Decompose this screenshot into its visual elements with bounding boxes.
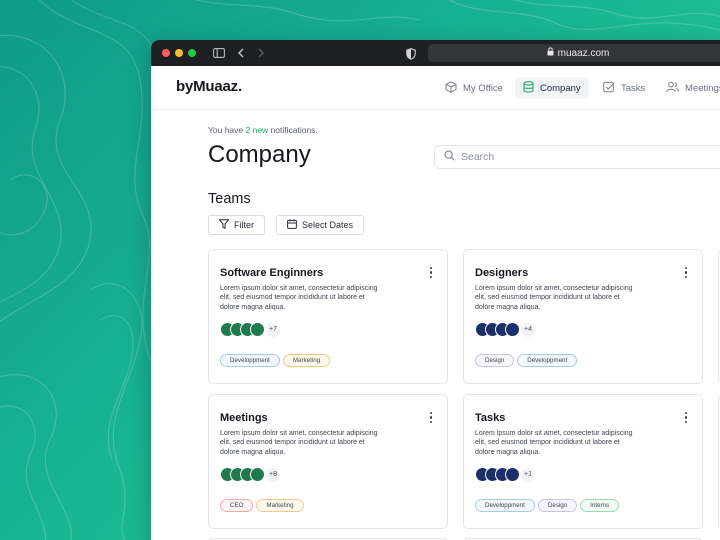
search-placeholder: Search bbox=[461, 151, 495, 163]
page-title: Company bbox=[208, 141, 311, 168]
nav-item-company[interactable]: Company bbox=[515, 77, 589, 99]
new-notifications-link[interactable]: 2 new bbox=[246, 125, 269, 135]
team-card[interactable]: Tasks Lorem ipsum dolor sit amet, consec… bbox=[463, 394, 703, 529]
extra-members-count: +7 bbox=[266, 322, 280, 337]
search-input[interactable]: Search bbox=[434, 145, 720, 169]
more-options-icon[interactable] bbox=[684, 267, 688, 279]
member-avatars[interactable]: +7 bbox=[220, 322, 280, 337]
team-tags: Developpment Marketing bbox=[220, 354, 331, 367]
filter-icon bbox=[218, 219, 230, 231]
more-options-icon[interactable] bbox=[429, 267, 433, 279]
lock-icon bbox=[547, 47, 554, 59]
browser-chrome: muaaz.com bbox=[151, 40, 720, 66]
forward-arrow-icon[interactable] bbox=[257, 48, 265, 58]
checkbox-icon bbox=[603, 81, 615, 96]
team-name: Meetings bbox=[220, 412, 268, 424]
avatar bbox=[505, 467, 520, 482]
team-name: Designers bbox=[475, 267, 529, 279]
tag: Design bbox=[537, 499, 578, 512]
extra-members-count: +4 bbox=[521, 322, 535, 337]
minimize-window-button[interactable] bbox=[175, 49, 183, 57]
nav-item-label: Company bbox=[540, 82, 581, 94]
notice-suffix: notifications. bbox=[268, 125, 318, 135]
nav-item-label: Tasks bbox=[621, 82, 646, 94]
filter-button[interactable]: Filter bbox=[208, 215, 265, 235]
tag: Marketing bbox=[282, 354, 331, 367]
tag: Interns bbox=[580, 499, 620, 512]
tag: Developpment bbox=[475, 499, 535, 512]
tag: Marketing bbox=[256, 499, 304, 512]
tag: Design bbox=[475, 354, 515, 367]
notification-notice: You have 2 new notifications. bbox=[208, 125, 318, 135]
team-tags: Design Developpment bbox=[475, 354, 578, 367]
users-icon bbox=[666, 81, 679, 96]
team-tags: CEO Marketing bbox=[220, 499, 304, 512]
back-arrow-icon[interactable] bbox=[237, 48, 245, 58]
tag: Developpment bbox=[517, 354, 578, 367]
more-options-icon[interactable] bbox=[429, 412, 433, 424]
filter-label: Filter bbox=[234, 220, 254, 230]
nav-item-label: Meetings bbox=[685, 82, 720, 94]
nav-item-label: My Office bbox=[463, 82, 503, 94]
brand-logo[interactable]: byMuaaz. bbox=[176, 78, 242, 95]
calendar-icon bbox=[287, 219, 297, 231]
team-description: Lorem ipsum dolor sit amet, consectetur … bbox=[475, 285, 633, 311]
extra-members-count: +1 bbox=[521, 467, 535, 482]
team-name: Software Enginners bbox=[220, 267, 324, 279]
database-icon bbox=[523, 80, 534, 96]
nav-item-meetings[interactable]: Meetings bbox=[658, 77, 720, 99]
team-card[interactable]: Designers Lorem ipsum dolor sit amet, co… bbox=[463, 249, 703, 384]
search-icon bbox=[444, 150, 455, 164]
select-dates-button[interactable]: Select Dates bbox=[276, 215, 365, 235]
shield-icon[interactable] bbox=[406, 47, 416, 65]
avatar bbox=[250, 322, 265, 337]
avatar bbox=[505, 322, 520, 337]
nav-item-tasks[interactable]: Tasks bbox=[595, 77, 653, 99]
extra-members-count: +8 bbox=[266, 467, 280, 482]
select-dates-label: Select Dates bbox=[302, 220, 354, 230]
team-tags: Developpment Design Interns bbox=[475, 499, 620, 512]
team-name: Tasks bbox=[475, 412, 506, 424]
team-description: Lorem ipsum dolor sit amet, consectetur … bbox=[220, 430, 378, 456]
tag: CEO bbox=[220, 499, 254, 512]
nav-item-my-office[interactable]: My Office bbox=[437, 77, 511, 99]
team-description: Lorem ipsum dolor sit amet, consectetur … bbox=[475, 430, 633, 456]
close-window-button[interactable] bbox=[162, 49, 170, 57]
member-avatars[interactable]: +4 bbox=[475, 322, 535, 337]
maximize-window-button[interactable] bbox=[188, 49, 196, 57]
cube-icon bbox=[445, 80, 457, 96]
notice-prefix: You have bbox=[208, 125, 246, 135]
top-navigation: byMuaaz. My Office Company Tasks Meeting… bbox=[151, 66, 720, 110]
more-options-icon[interactable] bbox=[684, 412, 688, 424]
sidebar-toggle-icon[interactable] bbox=[213, 48, 225, 58]
browser-window: muaaz.com byMuaaz. My Office Company Tas… bbox=[151, 40, 720, 540]
section-title: Teams bbox=[208, 191, 251, 207]
team-card[interactable]: Software Enginners Lorem ipsum dolor sit… bbox=[208, 249, 448, 384]
member-avatars[interactable]: +8 bbox=[220, 467, 280, 482]
url-text: muaaz.com bbox=[557, 47, 610, 59]
team-description: Lorem ipsum dolor sit amet, consectetur … bbox=[220, 285, 378, 311]
member-avatars[interactable]: +1 bbox=[475, 467, 535, 482]
address-bar[interactable]: muaaz.com bbox=[428, 44, 720, 62]
team-card[interactable]: Meetings Lorem ipsum dolor sit amet, con… bbox=[208, 394, 448, 529]
avatar bbox=[250, 467, 265, 482]
tag: Developpment bbox=[220, 354, 280, 367]
